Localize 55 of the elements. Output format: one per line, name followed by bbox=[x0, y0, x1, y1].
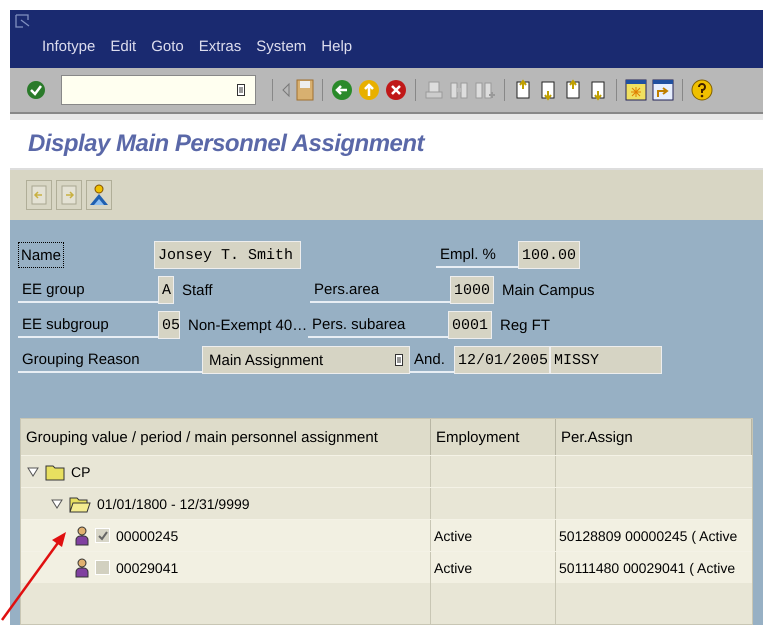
menu-item[interactable]: Infotype bbox=[42, 38, 96, 55]
new-window-icon[interactable] bbox=[625, 79, 647, 101]
screen-title: Display Main Personnel Assignment bbox=[28, 130, 424, 158]
field-text: Main Campus bbox=[501, 282, 595, 298]
value-list-icon[interactable] bbox=[237, 84, 245, 96]
shortcut-icon[interactable] bbox=[652, 79, 674, 101]
menu-item[interactable]: System bbox=[256, 38, 306, 55]
column-header[interactable]: Grouping value / period / main personnel assignment bbox=[21, 419, 431, 455]
person-icon bbox=[75, 526, 89, 546]
personnel-subarea-field[interactable]: 0001 bbox=[448, 311, 492, 339]
right-arrow-page-icon bbox=[61, 185, 77, 205]
table-cell: Active bbox=[434, 560, 472, 576]
personnel-area-field[interactable]: 1000 bbox=[450, 276, 494, 304]
checkbox[interactable] bbox=[95, 528, 110, 543]
field-text: Reg FT bbox=[499, 316, 550, 334]
tree-node-label[interactable]: CP bbox=[71, 464, 90, 480]
tree-node-label[interactable]: 01/01/1800 - 12/31/9999 bbox=[97, 496, 250, 512]
menu-item[interactable]: Extras bbox=[198, 38, 242, 55]
table-cell: 50128809 00000245 ( Active bbox=[559, 528, 738, 544]
person-overview-button[interactable] bbox=[86, 180, 112, 210]
date-field[interactable]: 12/01/2005 bbox=[454, 346, 550, 374]
checkbox[interactable] bbox=[95, 560, 110, 575]
folder-icon bbox=[45, 462, 65, 480]
ee-subgroup-field[interactable]: 05 bbox=[158, 311, 180, 339]
system-menu-icon[interactable] bbox=[15, 14, 31, 28]
check-icon[interactable] bbox=[26, 80, 46, 100]
back-icon[interactable] bbox=[331, 79, 353, 101]
field-text: Staff bbox=[181, 282, 214, 298]
field-label: Name bbox=[18, 242, 64, 268]
folder-icon bbox=[69, 494, 91, 512]
employment-percent-field[interactable]: 100.00 bbox=[518, 241, 580, 269]
column-header[interactable]: Employment bbox=[431, 419, 556, 455]
menu-item[interactable]: Help bbox=[321, 38, 352, 55]
cancel-icon[interactable] bbox=[385, 79, 407, 101]
tree-node-label[interactable]: 00000245 bbox=[116, 528, 178, 544]
user-field[interactable]: MISSY bbox=[550, 346, 662, 374]
save-icon[interactable] bbox=[296, 79, 314, 101]
menu-item[interactable]: Goto bbox=[151, 38, 184, 55]
value-list-icon[interactable] bbox=[395, 354, 403, 366]
tree-node-label[interactable]: 00029041 bbox=[116, 560, 178, 576]
table-cell: 50111480 00029041 ( Active bbox=[559, 560, 736, 576]
person-mountain-icon bbox=[89, 184, 109, 206]
field-text: Non-Exempt 40… bbox=[187, 316, 308, 334]
expand-triangle-icon[interactable] bbox=[27, 466, 39, 476]
menu-item[interactable]: Edit bbox=[110, 38, 136, 55]
command-field[interactable] bbox=[61, 75, 256, 105]
person-icon bbox=[75, 558, 89, 578]
column-header[interactable]: Per.Assign bbox=[556, 419, 752, 455]
table-cell: Active bbox=[434, 528, 472, 544]
grouping-reason-dropdown[interactable]: Main Assignment bbox=[202, 346, 410, 374]
name-field[interactable]: Jonsey T. Smith bbox=[154, 241, 302, 269]
help-icon[interactable] bbox=[691, 79, 713, 101]
expand-triangle-icon[interactable] bbox=[51, 498, 63, 508]
ee-group-field[interactable]: A bbox=[158, 276, 174, 304]
left-arrow-page-icon bbox=[31, 185, 47, 205]
